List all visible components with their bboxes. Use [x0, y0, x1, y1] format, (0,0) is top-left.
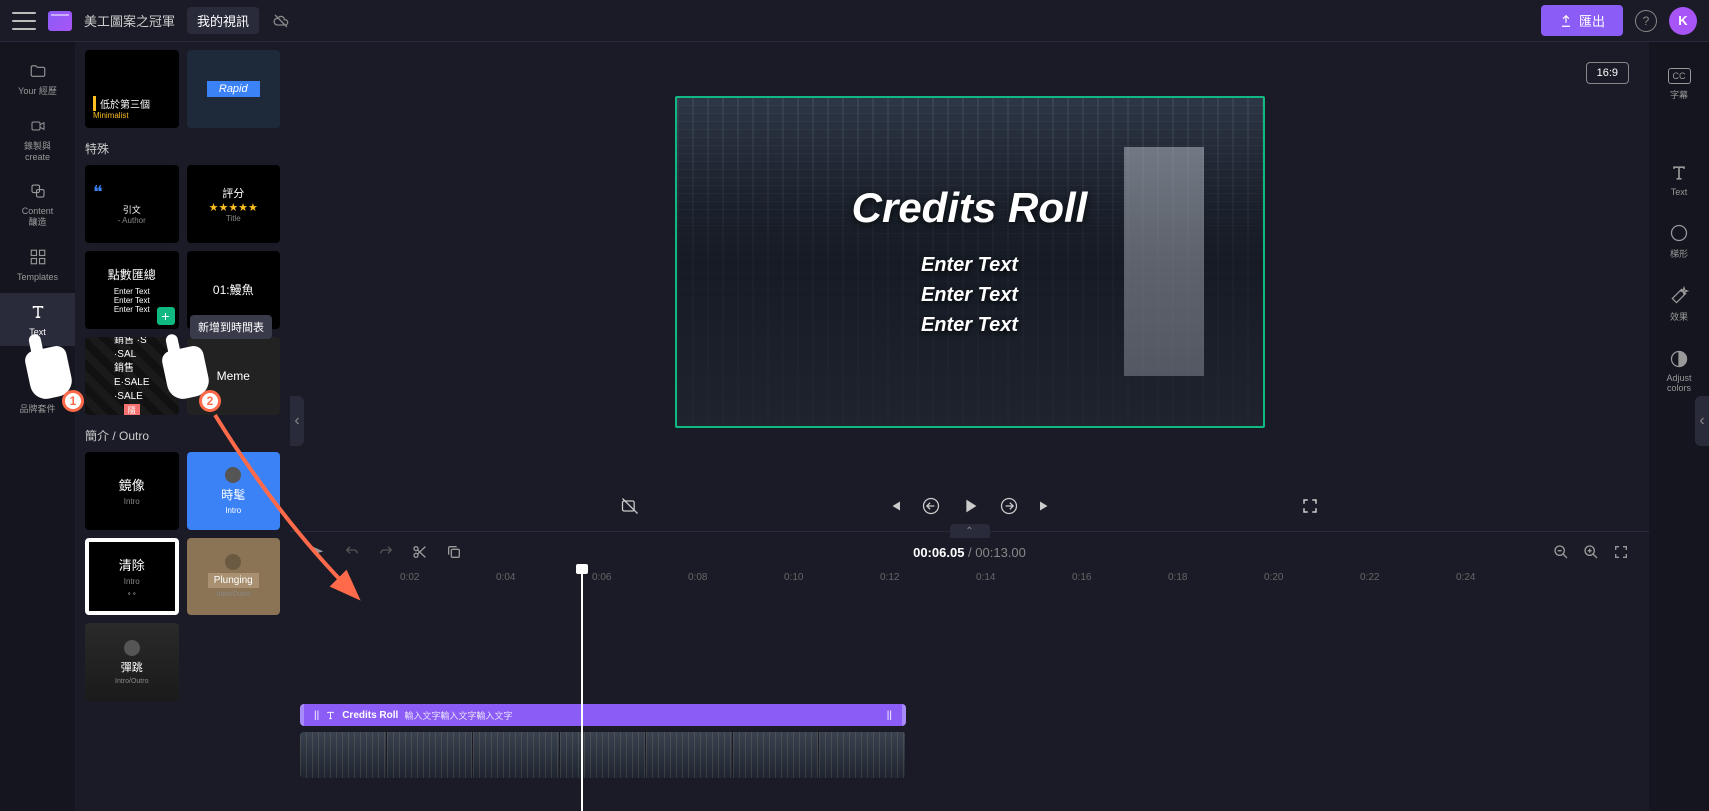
ruler-tick: 0:22 [1360, 572, 1379, 583]
add-to-timeline-button[interactable]: + [157, 307, 175, 325]
timeline: ⌃ 00:06.05 / 00:13.00 0:020:040:060:080:… [290, 531, 1649, 811]
zoom-in-button[interactable] [1583, 544, 1599, 560]
skip-back-button[interactable] [885, 497, 903, 515]
ruler-tick: 0:20 [1264, 572, 1283, 583]
camera-icon [27, 115, 49, 137]
ruler-tick: 0:12 [880, 572, 899, 583]
asset-mirror[interactable]: 鏡像 Intro [85, 452, 179, 530]
nav-record[interactable]: 錄製與 create [0, 107, 75, 171]
aspect-ratio-badge[interactable]: 16:9 [1586, 62, 1629, 84]
zoom-out-button[interactable] [1553, 544, 1569, 560]
video-clip[interactable] [300, 732, 906, 778]
ruler-tick: 0:24 [1456, 572, 1475, 583]
undo-button[interactable] [344, 544, 360, 560]
text-icon [325, 710, 336, 721]
collapse-panel-button[interactable]: ‹ [290, 396, 304, 446]
time-display: 00:06.05 / 00:13.00 [913, 545, 1026, 560]
clip-handle-left[interactable]: || [314, 710, 319, 721]
user-avatar[interactable]: K [1669, 7, 1697, 35]
ruler-tick: 0:18 [1168, 572, 1187, 583]
ruler-tick: 0:02 [400, 572, 419, 583]
contrast-icon [1669, 349, 1689, 369]
ruler-tick: 0:04 [496, 572, 515, 583]
app-logo [48, 11, 72, 31]
ruler-tick: 0:08 [688, 572, 707, 583]
credits-line-1[interactable]: Enter Text [921, 250, 1018, 280]
circle-icon [1669, 223, 1689, 243]
rewind-button[interactable] [921, 496, 941, 516]
asset-lower-third[interactable]: 低於第三個 Minimalist [85, 50, 179, 128]
section-intro-outro: 簡介 / Outro [85, 427, 280, 444]
fullscreen-button[interactable] [1301, 497, 1319, 515]
cursor-tool-icon[interactable] [310, 544, 326, 560]
split-button[interactable] [412, 544, 428, 560]
asset-rating[interactable]: 評分 ★★★★★ Title [187, 165, 281, 243]
ruler-tick: 0:06 [592, 572, 611, 583]
grid-icon [27, 246, 49, 268]
shape-tool[interactable]: 梯形 [1649, 213, 1709, 270]
menu-button[interactable] [12, 12, 36, 30]
folder-icon [27, 60, 49, 82]
play-button[interactable] [959, 495, 981, 517]
zoom-fit-button[interactable] [1613, 544, 1629, 560]
record-off-icon[interactable] [620, 496, 640, 516]
forward-button[interactable] [999, 496, 1019, 516]
nav-content[interactable]: Content 釀造 [0, 172, 75, 236]
ruler-tick: 0:16 [1072, 572, 1091, 583]
duplicate-button[interactable] [446, 544, 462, 560]
timeline-ruler[interactable]: 0:02 0:04 0:06 0:08 0:10 0:12 0:14 0:16 0:18 0:20… [300, 572, 1649, 596]
captions-button[interactable]: CC 字幕 [1649, 58, 1709, 111]
asset-quote[interactable]: ❝ 引文 - Author [85, 165, 179, 243]
asset-panel: 低於第三個 Minimalist Rapid 特殊 ❝ 引文 - Author … [75, 42, 290, 811]
text-clip[interactable]: || Credits Roll 輸入文字輸入文字輸入文字 || [300, 704, 906, 726]
text-icon [27, 301, 49, 323]
section-special: 特殊 [85, 140, 280, 157]
effects-tool[interactable]: 效果 [1649, 276, 1709, 333]
redo-button[interactable] [378, 544, 394, 560]
asset-plunging[interactable]: Plunging Intro/Outro [187, 538, 281, 616]
credits-line-3[interactable]: Enter Text [921, 310, 1018, 340]
ruler-tick: 0:10 [784, 572, 803, 583]
asset-rapid[interactable]: Rapid [187, 50, 281, 128]
nav-brand-kit[interactable]: 品牌套件 [0, 396, 75, 423]
layers-icon [27, 180, 49, 202]
project-sub[interactable]: 我的視訊 [187, 7, 259, 34]
playhead[interactable] [581, 570, 583, 811]
clip-handle-right[interactable]: || [887, 710, 892, 721]
nav-text[interactable]: Text [0, 293, 75, 346]
credits-title[interactable]: Credits Roll [852, 184, 1088, 232]
asset-hourly[interactable]: 時髦 Intro [187, 452, 281, 530]
help-button[interactable]: ? [1635, 10, 1657, 32]
ruler-tick: 0:14 [976, 572, 995, 583]
asset-jump[interactable]: 彈跳 Intro/Outro [85, 623, 179, 701]
left-nav: Your 經歷 錄製與 create Content 釀造 Templates … [0, 42, 75, 811]
adjust-colors-tool[interactable]: Adjust colors [1649, 339, 1709, 403]
asset-meme[interactable]: Meme [187, 337, 281, 415]
asset-sale[interactable]: 銷售 ·S ·SAL 銷售 E·SALE ·SALE 隨 [85, 337, 179, 415]
asset-clear[interactable]: 清除 Intro ◦ ◦ [85, 538, 179, 616]
sync-off-icon [271, 13, 291, 29]
collapse-right-panel-button[interactable]: ‹ [1695, 396, 1709, 446]
text-icon [1669, 163, 1689, 183]
nav-templates[interactable]: Templates [0, 238, 75, 291]
project-name: 美工圖案之冠軍 [84, 11, 175, 30]
wand-icon [1669, 286, 1689, 306]
cc-icon: CC [1668, 68, 1691, 84]
text-tool[interactable]: Text [1649, 153, 1709, 207]
add-tooltip: 新增到時間表 [190, 315, 272, 339]
nav-your-stuff[interactable]: Your 經歷 [0, 52, 75, 105]
asset-summary[interactable]: 點數匯總 Enter Text Enter Text Enter Text + [85, 251, 179, 329]
preview-canvas[interactable]: Credits Roll Enter Text Enter Text Enter… [675, 96, 1265, 428]
export-button[interactable]: 匯出 [1541, 5, 1623, 36]
skip-forward-button[interactable] [1037, 497, 1055, 515]
credits-line-2[interactable]: Enter Text [921, 280, 1018, 310]
